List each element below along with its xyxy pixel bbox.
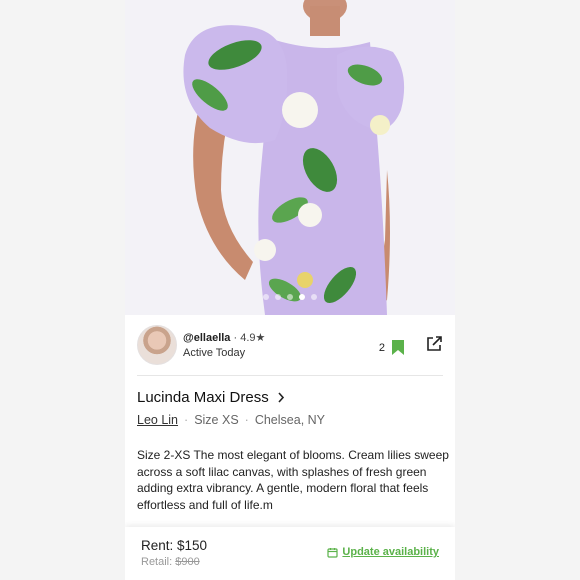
divider (137, 375, 443, 376)
rent-price: Rent: $150 (141, 538, 208, 553)
product-photo[interactable] (125, 0, 455, 315)
meta-separator: · (184, 413, 189, 427)
seller-handle-text[interactable]: @ellaella (183, 332, 230, 344)
star-icon: ★ (255, 332, 266, 344)
carousel-indicator[interactable] (125, 294, 455, 300)
carousel-dot[interactable] (287, 294, 293, 300)
update-availability-button[interactable]: Update availability (327, 546, 439, 558)
meta-separator: · (244, 413, 249, 427)
pricing-bar: Rent: $150 Retail: $900 Update availabil… (125, 527, 455, 580)
carousel-dot[interactable] (311, 294, 317, 300)
location-label: Chelsea, NY (254, 413, 326, 427)
carousel-dot[interactable] (275, 294, 281, 300)
listing-title[interactable]: Lucinda Maxi Dress (137, 389, 269, 406)
left-backdrop (0, 0, 125, 580)
seller-status: Active Today (183, 347, 246, 359)
seller-rating: · 4.9★ (233, 332, 266, 344)
avatar[interactable] (137, 325, 177, 365)
listing-page: @ellaella · 4.9★ Active Today 2 Lucinda … (125, 0, 455, 580)
designer-link[interactable]: Leo Lin (137, 413, 178, 427)
chevron-right-icon (278, 392, 284, 403)
listing-meta: Leo Lin · Size XS · Chelsea, NY (137, 413, 325, 427)
save-count: 2 (378, 341, 385, 354)
retail-price: Retail: $900 (141, 556, 200, 568)
seller-handle[interactable]: @ellaella · 4.9★ (183, 331, 265, 344)
listing-description: Size 2-XS The most elegant of blooms. Cr… (137, 448, 449, 512)
dress-illustration (125, 0, 455, 315)
carousel-dot-active[interactable] (299, 294, 305, 300)
retail-price-value: $900 (175, 556, 200, 568)
carousel-dot[interactable] (263, 294, 269, 300)
listing-title-link[interactable]: Lucinda Maxi Dress (137, 389, 285, 406)
update-availability-label[interactable]: Update availability (342, 546, 439, 558)
right-backdrop (455, 0, 580, 580)
calendar-icon (327, 547, 339, 558)
bookmark-icon[interactable] (391, 339, 405, 356)
rating-value: 4.9 (240, 332, 256, 344)
share-icon[interactable] (425, 335, 443, 358)
save-control[interactable]: 2 (379, 339, 405, 356)
seller-row: @ellaella · 4.9★ Active Today 2 (137, 325, 443, 365)
size-label: Size XS (194, 413, 239, 427)
retail-label: Retail: (141, 556, 173, 568)
